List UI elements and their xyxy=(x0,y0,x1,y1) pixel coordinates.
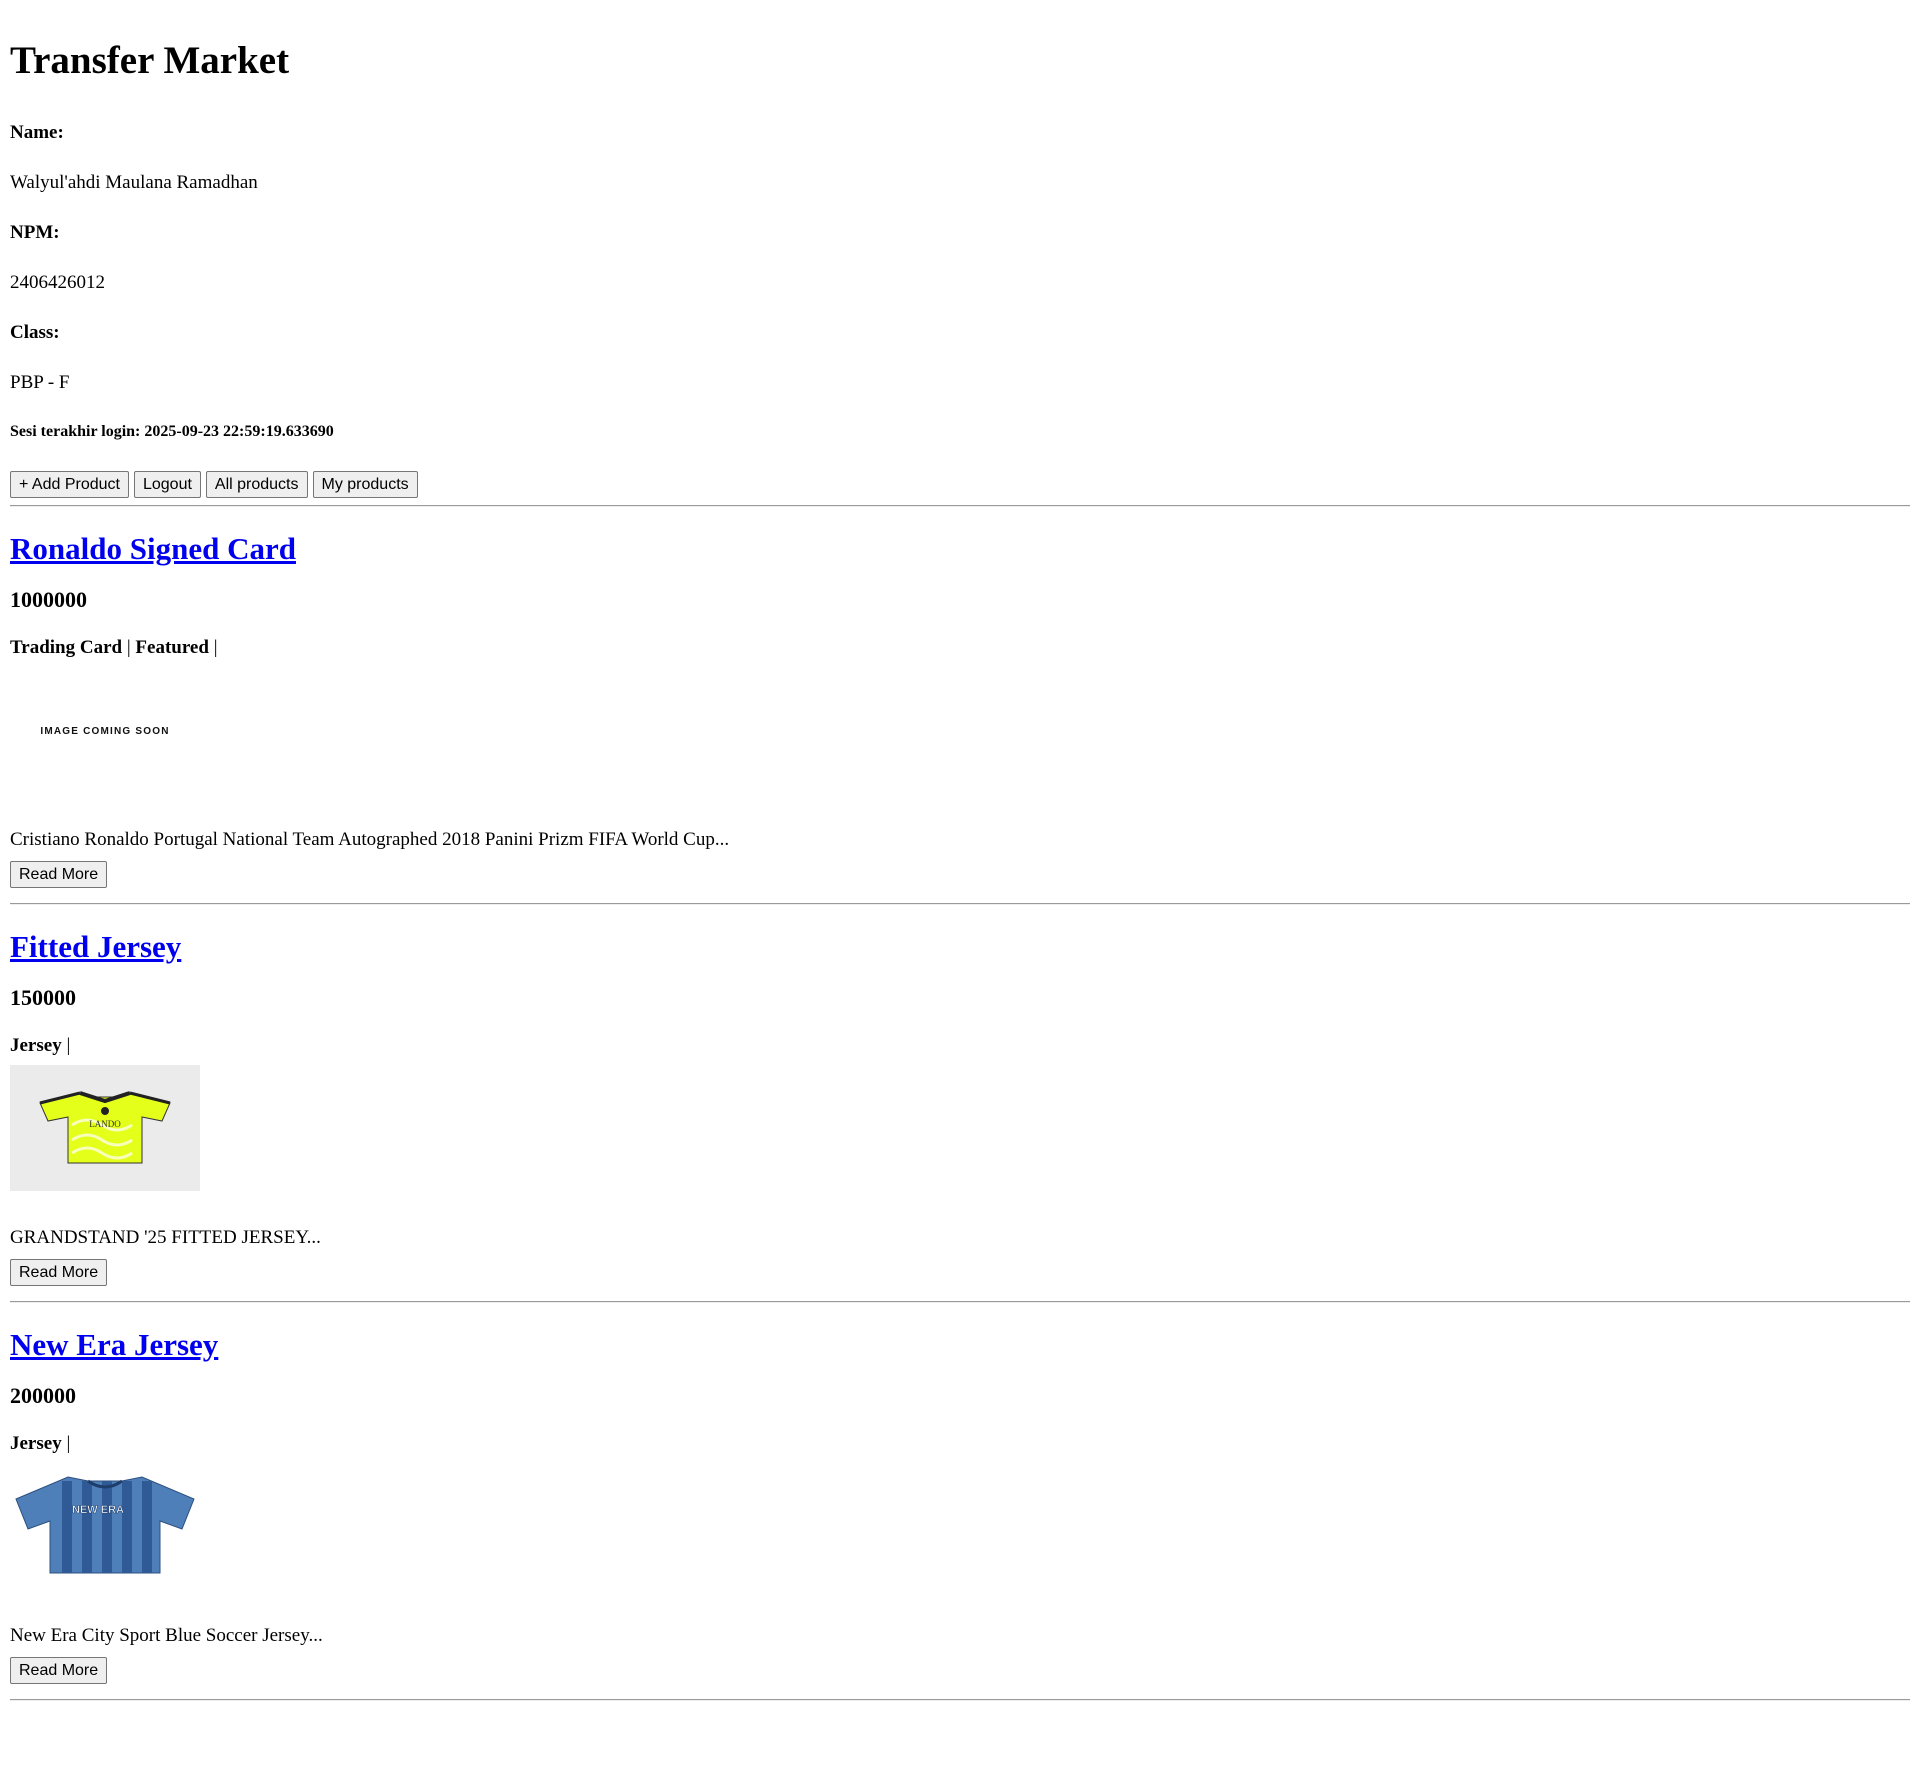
product-title-link[interactable]: New Era Jersey xyxy=(10,1327,218,1362)
all-products-button[interactable]: All products xyxy=(205,471,308,498)
product-card: Fitted Jersey 150000 Jersey | LANDO GRAN… xyxy=(10,905,1910,1301)
product-tags: Jersey | xyxy=(10,1035,71,1056)
last-login: Sesi terakhir login: 2025-09-23 22:59:19… xyxy=(10,423,334,440)
page: Transfer Market Name: Walyul'ahdi Maulan… xyxy=(0,0,1920,1701)
image-placeholder-text: IMAGE COMING SOON xyxy=(40,726,169,737)
product-tag: Trading Card xyxy=(10,637,123,658)
product-card: Ronaldo Signed Card 1000000 Trading Card… xyxy=(10,507,1910,903)
class-label: Class: xyxy=(10,322,60,343)
all-products-link[interactable]: All products xyxy=(205,471,308,498)
product-price: 150000 xyxy=(10,985,76,1010)
product-description: GRANDSTAND '25 FITTED JERSEY... xyxy=(10,1227,321,1248)
page-title: Transfer Market xyxy=(10,39,290,82)
product-price: 1000000 xyxy=(10,587,87,612)
jersey-image: NEW ERA xyxy=(10,1463,200,1589)
product-title: Ronaldo Signed Card xyxy=(10,531,1910,587)
jersey-print-text: LANDO xyxy=(89,1119,121,1129)
name-value: Walyul'ahdi Maulana Ramadhan xyxy=(10,172,258,193)
product-tags: Jersey | xyxy=(10,1433,71,1454)
product-tag: Jersey xyxy=(10,1433,62,1454)
action-bar: + Add Product Logout All products My pro… xyxy=(10,471,1910,505)
npm-value: 2406426012 xyxy=(10,272,105,293)
product-description: New Era City Sport Blue Soccer Jersey... xyxy=(10,1625,323,1646)
my-products-button[interactable]: My products xyxy=(312,471,418,498)
product-price: 200000 xyxy=(10,1383,76,1408)
product-description: Cristiano Ronaldo Portugal National Team… xyxy=(10,829,730,850)
read-more-button[interactable]: Read More xyxy=(10,1259,108,1286)
add-product-link[interactable]: + Add Product xyxy=(10,471,129,498)
logout-button[interactable]: Logout xyxy=(133,471,201,498)
divider xyxy=(10,1699,1910,1701)
product-title: New Era Jersey xyxy=(10,1327,1910,1383)
product-thumbnail: IMAGE COMING SOON xyxy=(10,667,200,793)
jersey-print-text: NEW ERA xyxy=(72,1504,124,1516)
jersey-image: LANDO xyxy=(10,1065,200,1191)
product-title: Fitted Jersey xyxy=(10,929,1910,985)
product-title-link[interactable]: Fitted Jersey xyxy=(10,929,181,964)
product-tag: Jersey xyxy=(10,1035,62,1056)
class-value: PBP - F xyxy=(10,372,70,393)
logout-link[interactable]: Logout xyxy=(133,471,201,498)
product-title-link[interactable]: Ronaldo Signed Card xyxy=(10,531,296,566)
name-label: Name: xyxy=(10,122,64,143)
read-more-button[interactable]: Read More xyxy=(10,1657,108,1684)
npm-label: NPM: xyxy=(10,222,60,243)
product-tag: Featured xyxy=(135,637,209,658)
read-more-button[interactable]: Read More xyxy=(10,861,108,888)
product-tags: Trading Card | Featured | xyxy=(10,637,218,658)
product-card: New Era Jersey 200000 Jersey | NEW ERA N… xyxy=(10,1303,1910,1699)
add-product-button[interactable]: + Add Product xyxy=(10,471,129,498)
my-products-link[interactable]: My products xyxy=(312,471,418,498)
